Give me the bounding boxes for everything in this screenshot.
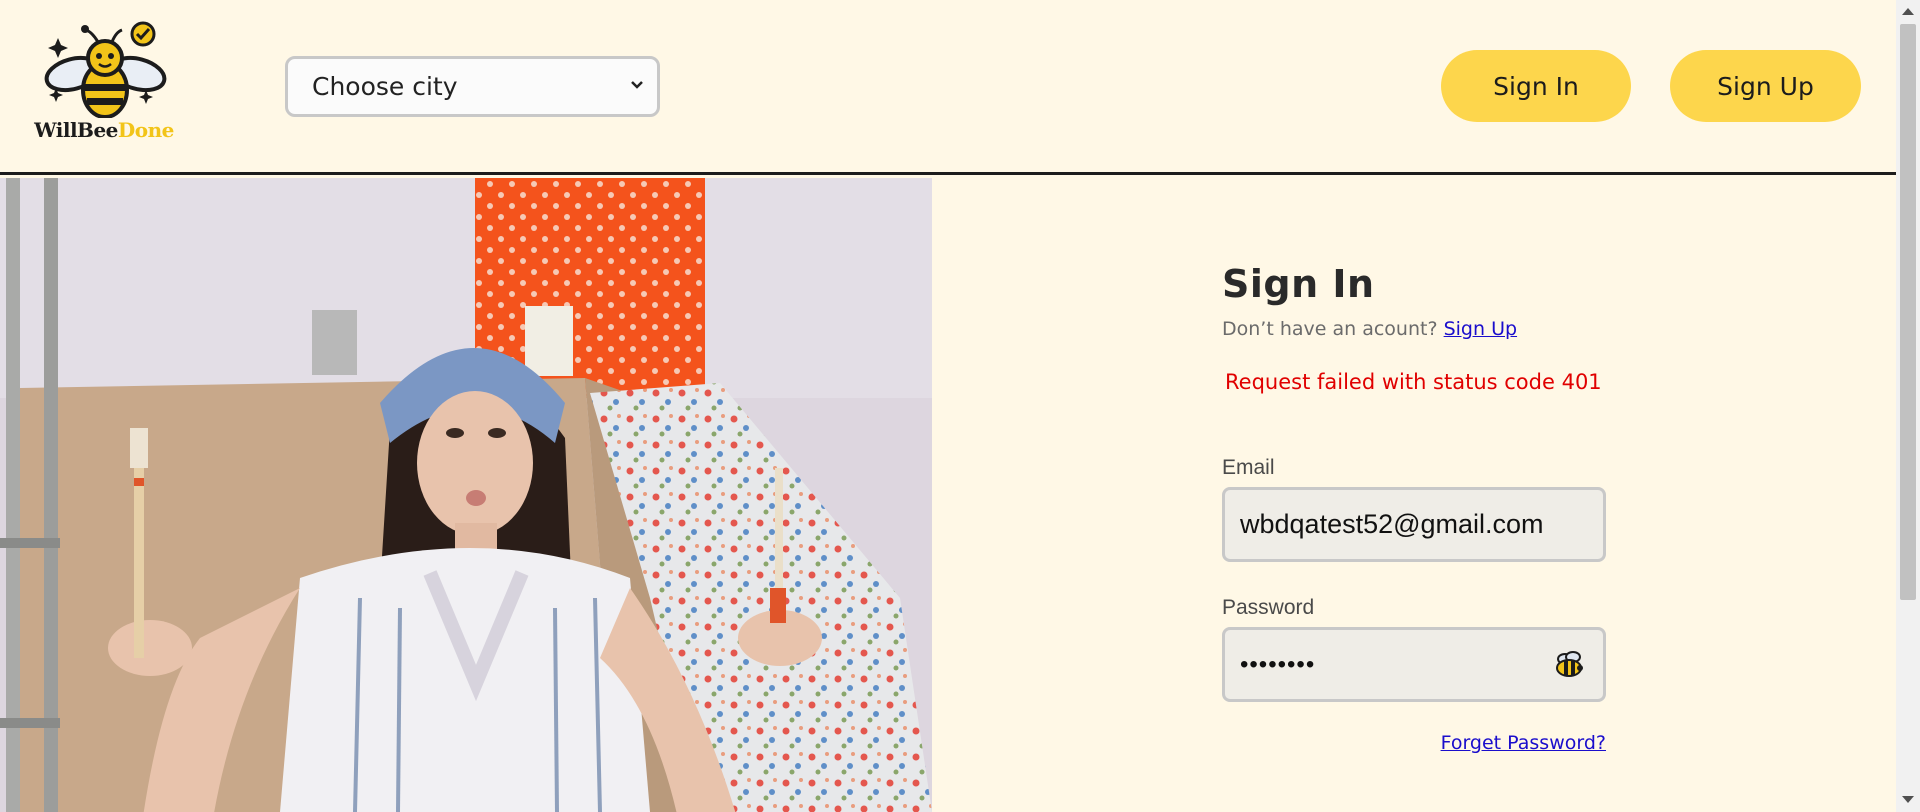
sign-up-link[interactable]: Sign Up xyxy=(1444,318,1517,340)
scroll-thumb[interactable] xyxy=(1900,24,1916,600)
password-field[interactable]: •••••••• xyxy=(1222,627,1606,702)
bee-logo-icon xyxy=(44,21,167,119)
chevron-down-icon xyxy=(631,81,643,89)
sign-in-form: Sign In Don’t have an acount? Sign Up Re… xyxy=(1222,262,1606,754)
logo-text: WillBeeDone xyxy=(34,118,174,142)
sign-in-button[interactable]: Sign In xyxy=(1441,50,1631,122)
city-select[interactable]: Choose city xyxy=(285,56,660,117)
scroll-down-arrow-icon[interactable] xyxy=(1902,796,1914,803)
error-message: Request failed with status code 401 xyxy=(1225,370,1602,394)
scroll-up-arrow-icon[interactable] xyxy=(1902,8,1914,15)
logo[interactable]: WillBeeDone xyxy=(18,18,190,146)
email-value: wbdqatest52@gmail.com xyxy=(1240,509,1544,539)
sign-up-button[interactable]: Sign Up xyxy=(1670,50,1861,122)
city-select-value: Choose city xyxy=(312,72,458,101)
form-title: Sign In xyxy=(1222,262,1375,306)
hero-photo xyxy=(0,178,932,812)
password-value: •••••••• xyxy=(1240,650,1316,678)
bee-icon[interactable] xyxy=(1553,648,1587,682)
woman-with-paintbrushes-photo xyxy=(0,178,932,812)
scrollbar[interactable] xyxy=(1896,0,1920,812)
email-label: Email xyxy=(1222,456,1275,479)
password-label: Password xyxy=(1222,596,1315,619)
no-account-text: Don’t have an acount? xyxy=(1222,318,1438,340)
header: WillBeeDone Choose city Sign In Sign Up xyxy=(0,0,1896,175)
email-field[interactable]: wbdqatest52@gmail.com xyxy=(1222,487,1606,562)
forgot-password-link[interactable]: Forget Password? xyxy=(1441,732,1606,754)
no-account-prompt: Don’t have an acount? Sign Up xyxy=(1222,318,1606,340)
